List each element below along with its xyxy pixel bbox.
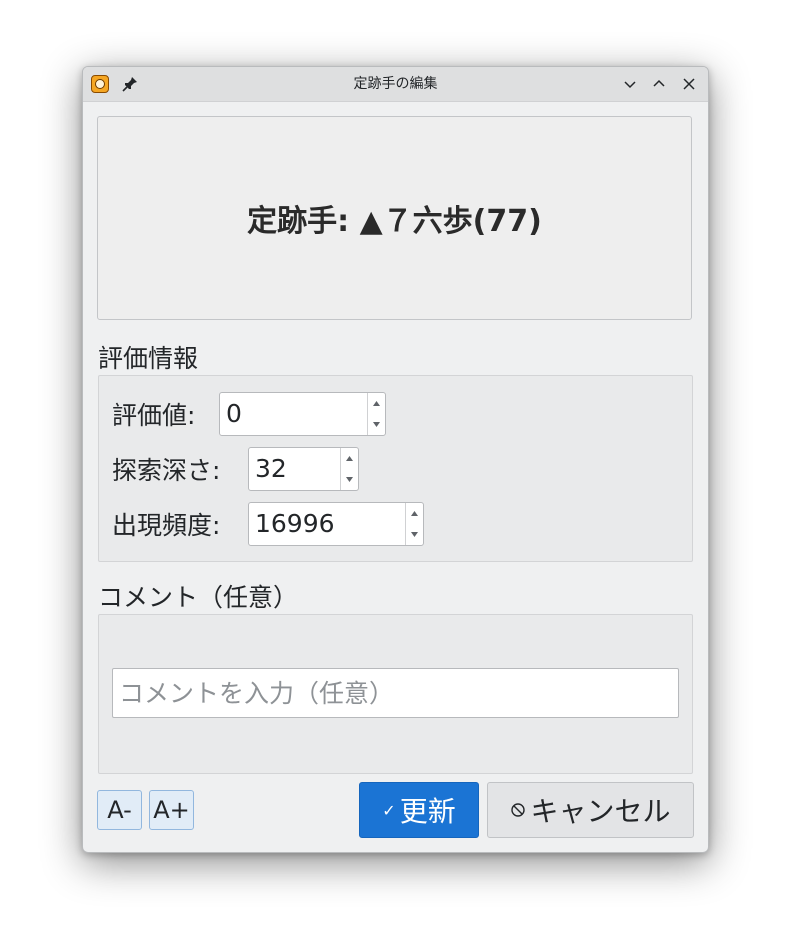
cancel-button[interactable]: キャンセル bbox=[487, 782, 694, 838]
frequency-value[interactable]: 16996 bbox=[255, 503, 335, 545]
check-icon: ✓ bbox=[382, 800, 396, 820]
spin-down-icon[interactable] bbox=[406, 524, 423, 545]
spin-up-icon[interactable] bbox=[406, 503, 423, 524]
titlebar[interactable]: 定跡手の編集 bbox=[83, 67, 708, 102]
minimize-icon[interactable] bbox=[621, 75, 639, 93]
spin-arrows bbox=[340, 448, 358, 490]
spin-arrows bbox=[367, 393, 385, 435]
search-depth-spinbox[interactable]: 32 bbox=[248, 447, 359, 491]
font-decrease-button[interactable]: A- bbox=[97, 790, 142, 830]
evaluation-group-title: 評価情報 bbox=[98, 344, 199, 373]
spin-down-icon[interactable] bbox=[341, 469, 358, 490]
spin-up-icon[interactable] bbox=[341, 448, 358, 469]
spin-arrows bbox=[405, 503, 423, 545]
frequency-spinbox[interactable]: 16996 bbox=[248, 502, 424, 546]
evaluation-value-spinbox[interactable]: 0 bbox=[219, 392, 386, 436]
search-depth-label: 探索深さ: bbox=[112, 456, 221, 485]
update-button[interactable]: ✓ 更新 bbox=[359, 782, 479, 838]
maximize-icon[interactable] bbox=[650, 75, 668, 93]
search-depth-value[interactable]: 32 bbox=[255, 448, 287, 490]
evaluation-group: 評価値: 0 探索深さ: 32 出現頻度: 16996 bbox=[98, 375, 693, 562]
window-title: 定跡手の編集 bbox=[353, 76, 438, 92]
comment-group-title: コメント（任意） bbox=[98, 583, 299, 612]
spin-down-icon[interactable] bbox=[368, 414, 385, 435]
move-display-panel: 定跡手: ▲７六歩(77) bbox=[97, 116, 692, 320]
close-icon[interactable] bbox=[680, 75, 698, 93]
edit-joseki-dialog: 定跡手の編集 定跡手: ▲７六歩(77) 評価情報 評価値: 0 探索深さ: 3… bbox=[82, 66, 709, 853]
update-button-label: 更新 bbox=[399, 795, 456, 828]
cancel-icon bbox=[511, 803, 526, 817]
evaluation-value-label: 評価値: bbox=[112, 401, 196, 430]
cancel-button-label: キャンセル bbox=[530, 795, 671, 828]
frequency-label: 出現頻度: bbox=[112, 511, 221, 540]
comment-input[interactable] bbox=[112, 668, 679, 718]
move-label: 定跡手: ▲７六歩(77) bbox=[247, 204, 542, 239]
spin-up-icon[interactable] bbox=[368, 393, 385, 414]
evaluation-value[interactable]: 0 bbox=[226, 393, 242, 435]
font-increase-button[interactable]: A+ bbox=[149, 790, 194, 830]
